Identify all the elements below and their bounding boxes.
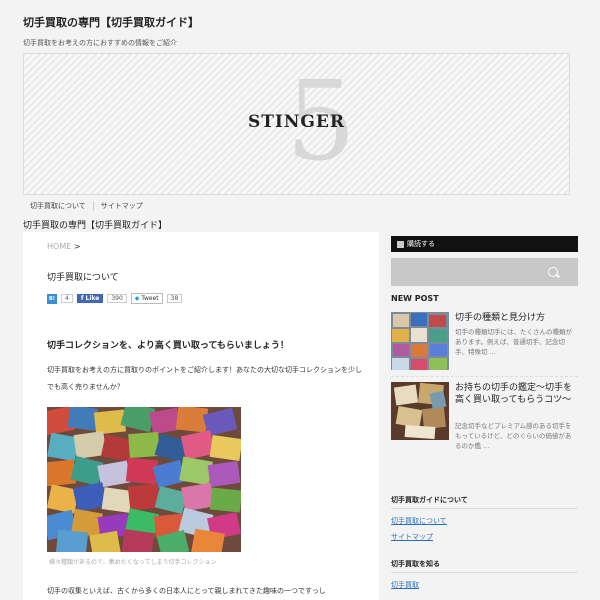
- like-count: 390: [107, 294, 127, 303]
- photo-caption: 様々種類があるので、集めたくなってしまう切手コレクション: [49, 559, 217, 566]
- breadcrumb: HOME >: [47, 242, 81, 251]
- new-post-thumbnail[interactable]: [391, 382, 449, 440]
- site-title[interactable]: 切手買取の専門【切手買取ガイド】: [23, 14, 199, 30]
- widget-heading-know: 切手買取を知る: [391, 560, 440, 568]
- main-content: HOME > 切手買取について B! 4 f Like 390 ◆ Tweet …: [23, 232, 379, 600]
- new-post-excerpt: 切手の種類切手には、たくさんの種類があります。例えば、普通切手、記念切手、特殊切…: [455, 328, 572, 356]
- lead-heading: 切手コレクションを、より高く買い取ってもらいましょう！: [47, 341, 289, 351]
- search-bar[interactable]: [391, 258, 578, 286]
- widget-link-sitemap[interactable]: サイトマップ: [391, 532, 433, 542]
- nav-item-sitemap[interactable]: サイトマップ: [92, 201, 150, 211]
- tweet-count: 38: [166, 294, 183, 303]
- site-description: 切手買取をお考えの方におすすめの情報をご紹介: [23, 39, 177, 47]
- breadcrumb-separator: >: [73, 242, 81, 251]
- body-paragraph: 切手の収集といえば、古くから多くの日本人にとって親しまれてきた趣味の一つですっし: [47, 587, 326, 595]
- new-post-excerpt: 記念切手などプレミアム感のある切手をもっているけど、どのぐらいの価値があるのか鑑…: [455, 422, 572, 450]
- widget-link-about[interactable]: 切手買取について: [391, 516, 447, 526]
- page-heading: 切手買取の専門【切手買取ガイド】: [23, 221, 168, 231]
- widget-rule: [391, 508, 578, 509]
- like-label: Like: [85, 295, 100, 302]
- tweet-button[interactable]: ◆ Tweet: [130, 293, 163, 304]
- main-nav: 切手買取について サイトマップ: [23, 197, 150, 215]
- facebook-like-button[interactable]: f Like: [76, 294, 104, 303]
- post-title: 切手買取について: [47, 273, 119, 283]
- widget-heading-guide: 切手買取ガイドについて: [391, 496, 468, 504]
- share-buttons: B! 4 f Like 390 ◆ Tweet 38: [47, 293, 183, 304]
- new-post-title[interactable]: 切手の種類と見分け方: [455, 312, 575, 324]
- search-icon[interactable]: [548, 267, 558, 277]
- stamp-collection-image: [47, 407, 241, 552]
- header-banner[interactable]: 5 STINGER: [23, 53, 570, 195]
- hatena-count: 4: [61, 294, 73, 303]
- new-post-heading: NEW POST: [391, 294, 439, 303]
- tweet-label: Tweet: [141, 295, 159, 302]
- intro-paragraph: 切手買取をお考えの方に買取りのポイントをご紹介します！あなたの大切な切手コレクシ…: [47, 366, 362, 391]
- breadcrumb-home[interactable]: HOME: [47, 242, 71, 251]
- new-post-title[interactable]: お持ちの切手の鑑定～切手を高く買い取ってもらうコツ～: [455, 382, 575, 406]
- rss-icon: [397, 240, 404, 248]
- widget-rule: [391, 572, 578, 573]
- rss-subscribe-bar[interactable]: 購読する: [391, 236, 578, 252]
- rss-label: 購読する: [407, 240, 435, 248]
- widget-link-kaitori[interactable]: 切手買取: [391, 580, 419, 590]
- nav-item-about[interactable]: 切手買取について: [23, 201, 93, 211]
- logo-text: STINGER: [247, 112, 346, 132]
- divider: [391, 376, 578, 377]
- hatena-button[interactable]: B!: [47, 293, 57, 304]
- new-post-thumbnail[interactable]: [391, 312, 449, 370]
